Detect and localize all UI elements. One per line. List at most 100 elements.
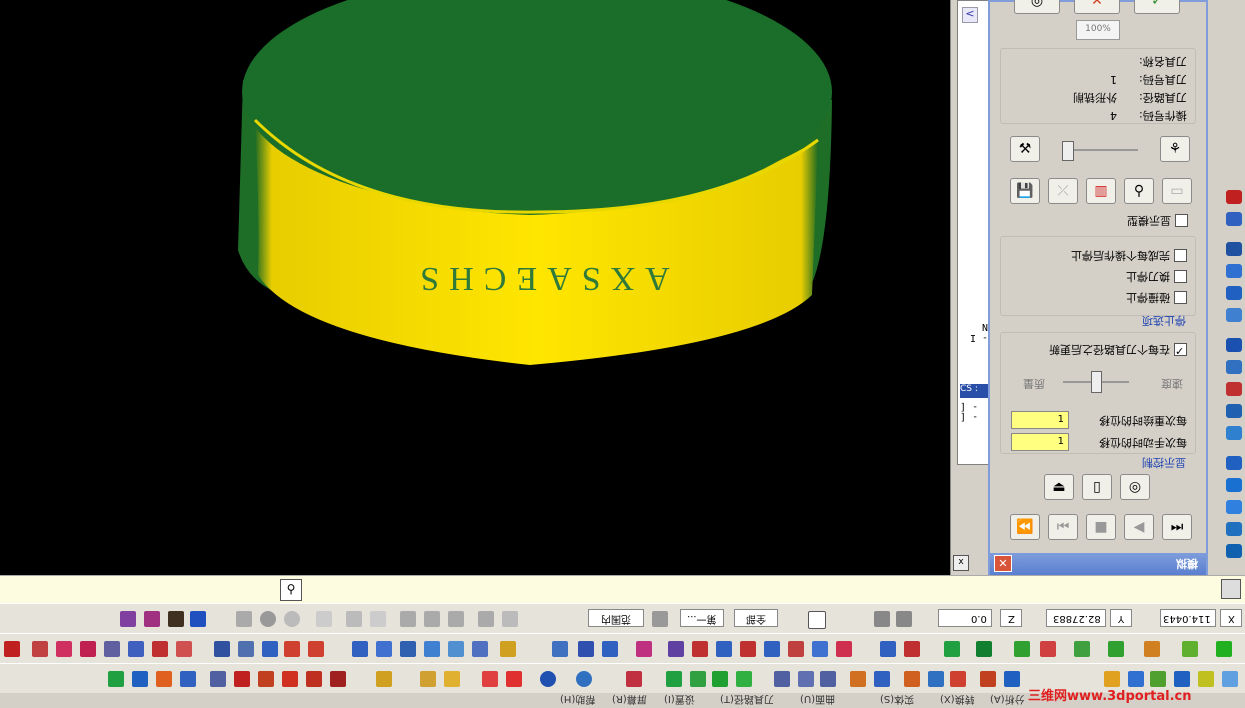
toolbar-icon[interactable] [788, 641, 804, 657]
stock-icon-button[interactable]: ▯ [1082, 474, 1112, 500]
toolbar-icon[interactable] [880, 641, 896, 657]
tool-view-button[interactable]: ⚒ [1010, 136, 1040, 162]
toolbar-icon[interactable] [712, 671, 728, 687]
toolbar-icon[interactable] [32, 641, 48, 657]
tool-icon-button[interactable]: ◎ [1120, 474, 1150, 500]
rewind-button[interactable]: ⏪ [1010, 514, 1040, 540]
toolbar-icon[interactable] [376, 641, 392, 657]
step-repaint-field[interactable]: 1 [1011, 411, 1069, 429]
toolbar-icon[interactable] [306, 671, 322, 687]
toolbar-icon[interactable] [904, 641, 920, 657]
toolbar-icon[interactable] [1144, 641, 1160, 657]
toolbar-icon[interactable] [236, 611, 252, 627]
toolbar-icon[interactable] [400, 611, 416, 627]
toolbar-icon[interactable] [346, 611, 362, 627]
toolbar-icon[interactable] [850, 671, 866, 687]
stop-tool-change-checkbox[interactable] [1174, 269, 1187, 283]
slider-handle[interactable] [1062, 141, 1074, 161]
toolbar-icon[interactable] [238, 641, 254, 657]
z-coordinate-field[interactable]: 0.0 [938, 609, 992, 627]
update-after-path-checkbox[interactable]: ✓ [1174, 342, 1187, 358]
toolbar-icon[interactable] [56, 641, 72, 657]
operation-list[interactable]: < - I N CS : - [ - [ [957, 0, 989, 465]
toolbar-icon[interactable] [636, 641, 652, 657]
toolbar-icon[interactable] [316, 611, 332, 627]
step-forward-button[interactable]: ◀ [1124, 514, 1154, 540]
toolbar-icon[interactable] [736, 671, 752, 687]
stop-after-op-checkbox[interactable] [1174, 248, 1187, 262]
step-move-field[interactable]: 1 [1011, 433, 1069, 451]
toolbar-icon[interactable] [502, 611, 518, 627]
fast-forward-button[interactable]: ⏭ [1162, 514, 1192, 540]
toolbar-icon[interactable] [1040, 641, 1056, 657]
toolbar-icon[interactable] [716, 641, 732, 657]
toolbar-icon[interactable] [1222, 671, 1238, 687]
toolbar-icon[interactable] [874, 611, 890, 627]
quality-speed-slider[interactable] [1091, 371, 1102, 393]
toolbar-icon[interactable] [330, 671, 346, 687]
toolbar-icon[interactable] [950, 671, 966, 687]
ok-top-button[interactable]: ✓ [1134, 0, 1180, 14]
toolbar-icon[interactable] [836, 641, 852, 657]
menu-item[interactable]: 屏幕(R) [612, 693, 647, 708]
toolbar-icon[interactable] [156, 671, 172, 687]
toolbar-icon[interactable] [904, 671, 920, 687]
cross-icon[interactable]: ⤫ [1048, 178, 1078, 204]
expand-icon[interactable]: < [962, 7, 978, 23]
toolbar-icon[interactable] [1226, 404, 1242, 418]
toolbar-icon[interactable] [4, 641, 20, 657]
graphics-viewport[interactable]: AXSAECHS [0, 0, 950, 575]
toolbar-icon[interactable] [798, 671, 814, 687]
show-model-checkbox[interactable] [1175, 213, 1188, 227]
bar-chart-icon[interactable]: ▥ [1086, 178, 1116, 204]
save-icon[interactable]: 💾 [1010, 178, 1040, 204]
all-field[interactable]: 全部 [734, 609, 778, 627]
toolbar-icon[interactable] [284, 611, 300, 627]
toolbar-icon[interactable] [1226, 500, 1242, 514]
toolbar-icon[interactable] [500, 641, 516, 657]
toolbar-icon[interactable] [424, 611, 440, 627]
step-back-button[interactable]: ⏮ [1048, 514, 1078, 540]
toolbar-icon[interactable] [308, 641, 324, 657]
toolbar-icon[interactable] [214, 641, 230, 657]
toolbar-icon[interactable] [478, 611, 494, 627]
toolbar-icon[interactable] [820, 671, 836, 687]
toolbar-icon[interactable] [104, 641, 120, 657]
toolbar-icon[interactable] [740, 641, 756, 657]
x-coordinate-field[interactable]: 114.0443 [1160, 609, 1216, 627]
toolbar-icon[interactable] [552, 641, 568, 657]
zoom-field[interactable]: 100% [1076, 20, 1120, 40]
tree-icon-button[interactable]: ⚘ [1160, 136, 1190, 162]
toolbar-icon[interactable] [692, 641, 708, 657]
toolbar-icon[interactable] [448, 611, 464, 627]
toolbar-icon[interactable] [1226, 286, 1242, 300]
toolbar-icon[interactable] [808, 611, 826, 629]
toolbar-icon[interactable] [812, 641, 828, 657]
cancel-top-button[interactable]: ✕ [1074, 0, 1120, 14]
stop-button[interactable]: ■ [1086, 514, 1116, 540]
toolbar-icon[interactable] [262, 641, 278, 657]
toolbar-icon[interactable] [896, 611, 912, 627]
toolbar-icon[interactable] [626, 671, 642, 687]
toolbar-icon[interactable] [690, 671, 706, 687]
menu-item[interactable]: 帮助(H) [560, 693, 595, 708]
toolbar-icon[interactable] [282, 671, 298, 687]
toolbar-icon[interactable] [1226, 360, 1242, 374]
stop-collision-checkbox[interactable] [1174, 290, 1187, 304]
toolbar-icon[interactable] [506, 671, 522, 687]
toolbar-icon[interactable] [424, 641, 440, 657]
menu-item[interactable]: 刀具路径(T) [720, 693, 774, 708]
toolbar-icon[interactable] [1108, 641, 1124, 657]
wrench-icon[interactable]: ⚲ [1124, 178, 1154, 204]
toolbar-icon[interactable] [210, 671, 226, 687]
toolbar-icon[interactable] [80, 641, 96, 657]
toolbar-icon[interactable] [444, 671, 460, 687]
toolbar-icon[interactable] [176, 641, 192, 657]
toolbar-icon[interactable] [980, 671, 996, 687]
toolbar-icon[interactable] [666, 671, 682, 687]
toolbar-icon[interactable] [1074, 641, 1090, 657]
menu-item[interactable]: 转换(X) [940, 693, 975, 708]
toolbar-icon[interactable] [190, 611, 206, 627]
list-item-selected[interactable]: CS : [960, 384, 988, 398]
close-icon[interactable]: ✕ [994, 555, 1012, 572]
